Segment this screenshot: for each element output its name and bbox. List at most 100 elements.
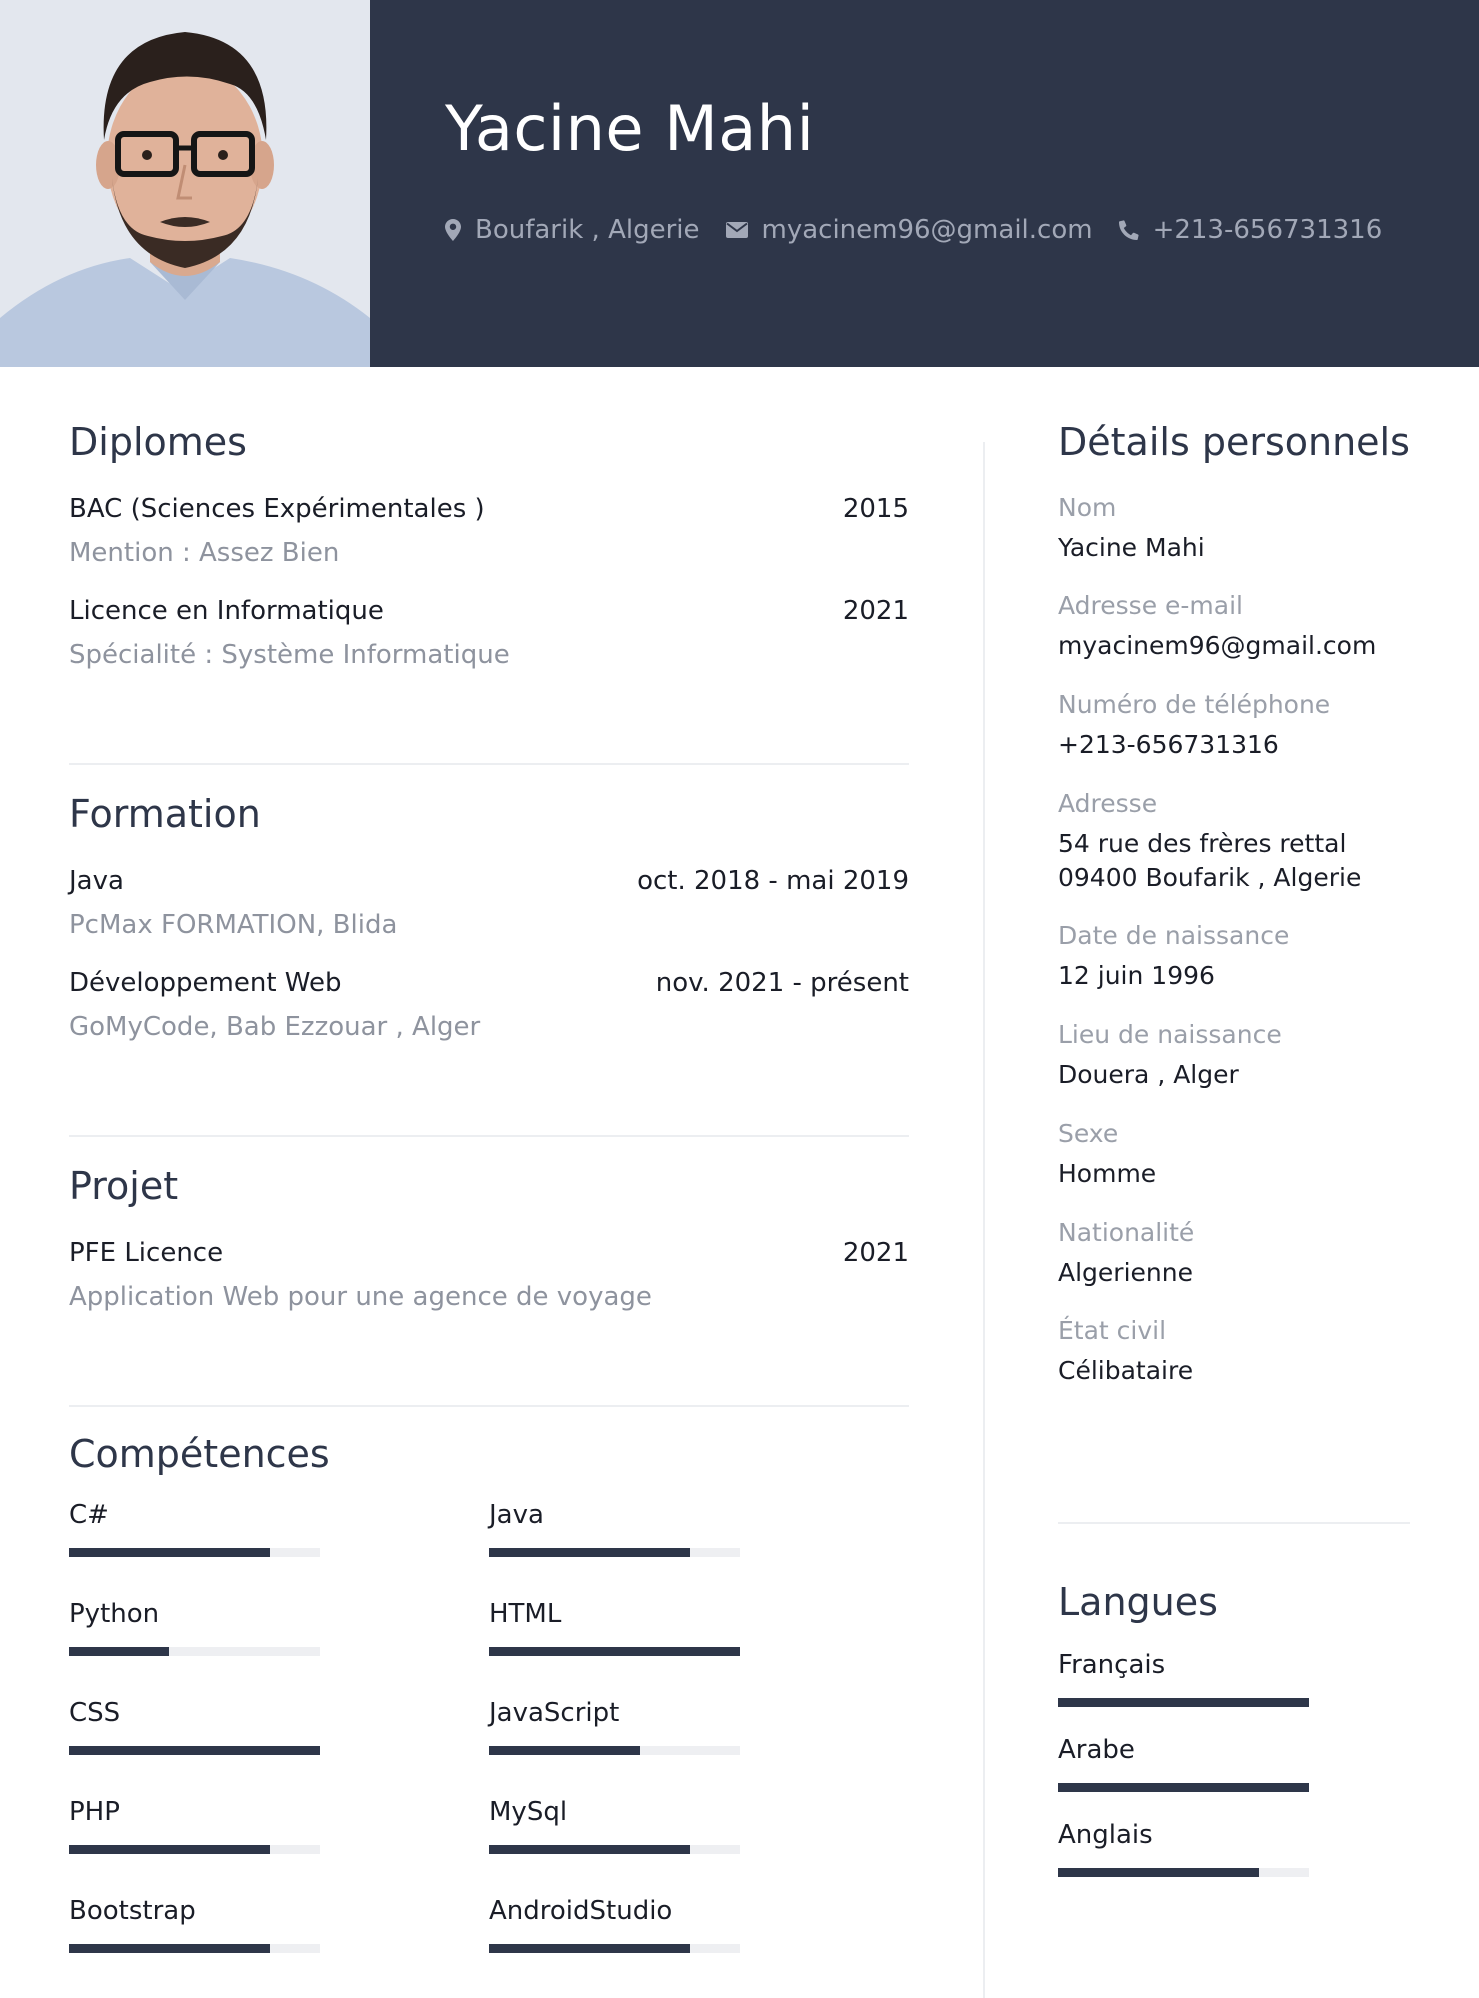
section-divider [1058,1522,1410,1524]
language-level-bar [1058,1867,1309,1877]
contact-email[interactable]: myacinem96@gmail.com [725,215,1093,245]
section-title-diplomes: Diplomes [69,420,247,464]
contact-location-text: Boufarik , Algerie [475,215,700,245]
skill-name: Java [489,1499,544,1530]
language-item: Anglais [1058,1820,1410,1877]
detail-value: myacinem96@gmail.com [1058,631,1377,661]
detail-label: Nationalité [1058,1217,1195,1247]
skill-name: Python [69,1598,160,1629]
skill-level-bar [489,1943,740,1953]
section-langues: Langues Français Arabe Anglais [1058,1580,1410,1877]
entry-date: 2021 [842,595,909,626]
language-level-fill [1058,1697,1309,1707]
formation-entry: Développement Web nov. 2021 - présent Go… [69,968,909,1042]
skill-level-fill [69,1547,270,1557]
section-title-competences: Compétences [69,1432,330,1476]
skill-item: PHP [69,1797,320,1854]
detail-value: Célibataire [1058,1356,1194,1386]
detail-value: Algerienne [1058,1257,1193,1287]
skill-level-bar [489,1844,740,1854]
skill-level-fill [489,1943,690,1953]
skill-name: MySql [489,1796,568,1827]
detail-value: +213-656731316 [1058,730,1279,760]
detail-label: Adresse [1058,788,1158,818]
entry-date: oct. 2018 - mai 2019 [637,865,909,896]
language-level-bar [1058,1782,1309,1792]
contact-location: Boufarik , Algerie [445,215,700,245]
section-divider [69,1135,909,1137]
section-title-details: Détails personnels [1058,420,1410,464]
skill-level-fill [69,1844,270,1854]
skill-item: CSS [69,1698,320,1755]
skill-item: AndroidStudio [489,1896,740,1953]
map-marker-icon [445,219,461,241]
skill-item: Python [69,1599,320,1656]
section-title-langues: Langues [1058,1580,1218,1624]
column-separator [983,442,985,1998]
skill-item: Java [489,1500,740,1557]
section-title-formation: Formation [69,792,261,836]
skill-level-bar [489,1646,740,1656]
languages-list: Français Arabe Anglais [1058,1650,1410,1877]
skill-level-bar [69,1745,320,1755]
skills-grid: C# Java Python HTML CSS JavaScript PHP MySql Boo… [69,1500,909,1980]
skill-name: Bootstrap [69,1895,196,1926]
contact-phone[interactable]: +213-656731316 [1118,215,1383,245]
skill-level-fill [489,1547,690,1557]
detail-value: Yacine Mahi [1058,532,1205,562]
contact-email-text[interactable]: myacinem96@gmail.com [762,215,1093,245]
skill-level-bar [69,1646,320,1656]
language-item: Arabe [1058,1735,1410,1792]
detail-label: Adresse e-mail [1058,591,1243,621]
details-list: Nom Yacine Mahi Adresse e-mail myacinem96@g… [1058,493,1410,1389]
skill-item: Bootstrap [69,1896,320,1953]
skill-level-bar [69,1943,320,1953]
detail-value: 54 rue des frères rettal 09400 Boufarik … [1058,828,1362,892]
contact-phone-text[interactable]: +213-656731316 [1153,215,1383,245]
language-level-fill [1058,1867,1259,1877]
cv-header: Yacine Mahi Boufarik , Algerie myacinem9… [0,0,1479,367]
projet-entry: PFE Licence 2021 Application Web pour un… [69,1238,909,1312]
language-name: Anglais [1058,1819,1153,1850]
entry-title: BAC (Sciences Expérimentales ) [69,493,485,524]
skill-item: HTML [489,1599,740,1656]
entry-date: 2021 [842,1237,909,1268]
detail-label: Sexe [1058,1118,1119,1148]
skill-item: MySql [489,1797,740,1854]
entry-title: Développement Web [69,967,342,998]
entry-title: PFE Licence [69,1237,224,1268]
section-projet: Projet PFE Licence 2021 Application Web … [69,1164,909,1312]
formation-entry: Java oct. 2018 - mai 2019 PcMax FORMATIO… [69,866,909,940]
skill-level-bar [489,1745,740,1755]
language-name: Arabe [1058,1734,1135,1765]
language-item: Français [1058,1650,1410,1707]
detail-item: Numéro de téléphone +213-656731316 [1058,690,1410,762]
detail-label: Date de naissance [1058,921,1290,951]
contact-bar: Boufarik , Algerie myacinem96@gmail.com … [445,212,1408,248]
detail-item: Adresse e-mail myacinem96@gmail.com [1058,591,1410,663]
section-diplomes: Diplomes BAC (Sciences Expérimentales ) … [69,420,909,670]
skill-item: JavaScript [489,1698,740,1755]
detail-label: Numéro de téléphone [1058,690,1331,720]
entry-date: 2015 [842,493,909,524]
detail-label: Lieu de naissance [1058,1020,1282,1050]
detail-item: Nom Yacine Mahi [1058,493,1410,565]
language-name: Français [1058,1649,1166,1680]
detail-value: 12 juin 1996 [1058,961,1215,991]
detail-item: État civil Célibataire [1058,1316,1410,1388]
skill-level-bar [69,1844,320,1854]
entry-subtitle: GoMyCode, Bab Ezzouar , Alger [69,1011,481,1042]
skill-level-fill [489,1745,640,1755]
detail-label: État civil [1058,1316,1167,1346]
section-divider [69,1405,909,1407]
detail-item: Date de naissance 12 juin 1996 [1058,921,1410,993]
skill-item: C# [69,1500,320,1557]
detail-value: Homme [1058,1158,1157,1188]
skill-name: C# [69,1499,109,1530]
skill-level-fill [69,1646,170,1656]
candidate-name: Yacine Mahi [445,92,815,165]
skill-level-fill [69,1943,270,1953]
section-competences: Compétences C# Java Python HTML CSS JavaScrip… [69,1432,909,1980]
skill-name: AndroidStudio [489,1895,673,1926]
skill-name: HTML [489,1598,562,1629]
